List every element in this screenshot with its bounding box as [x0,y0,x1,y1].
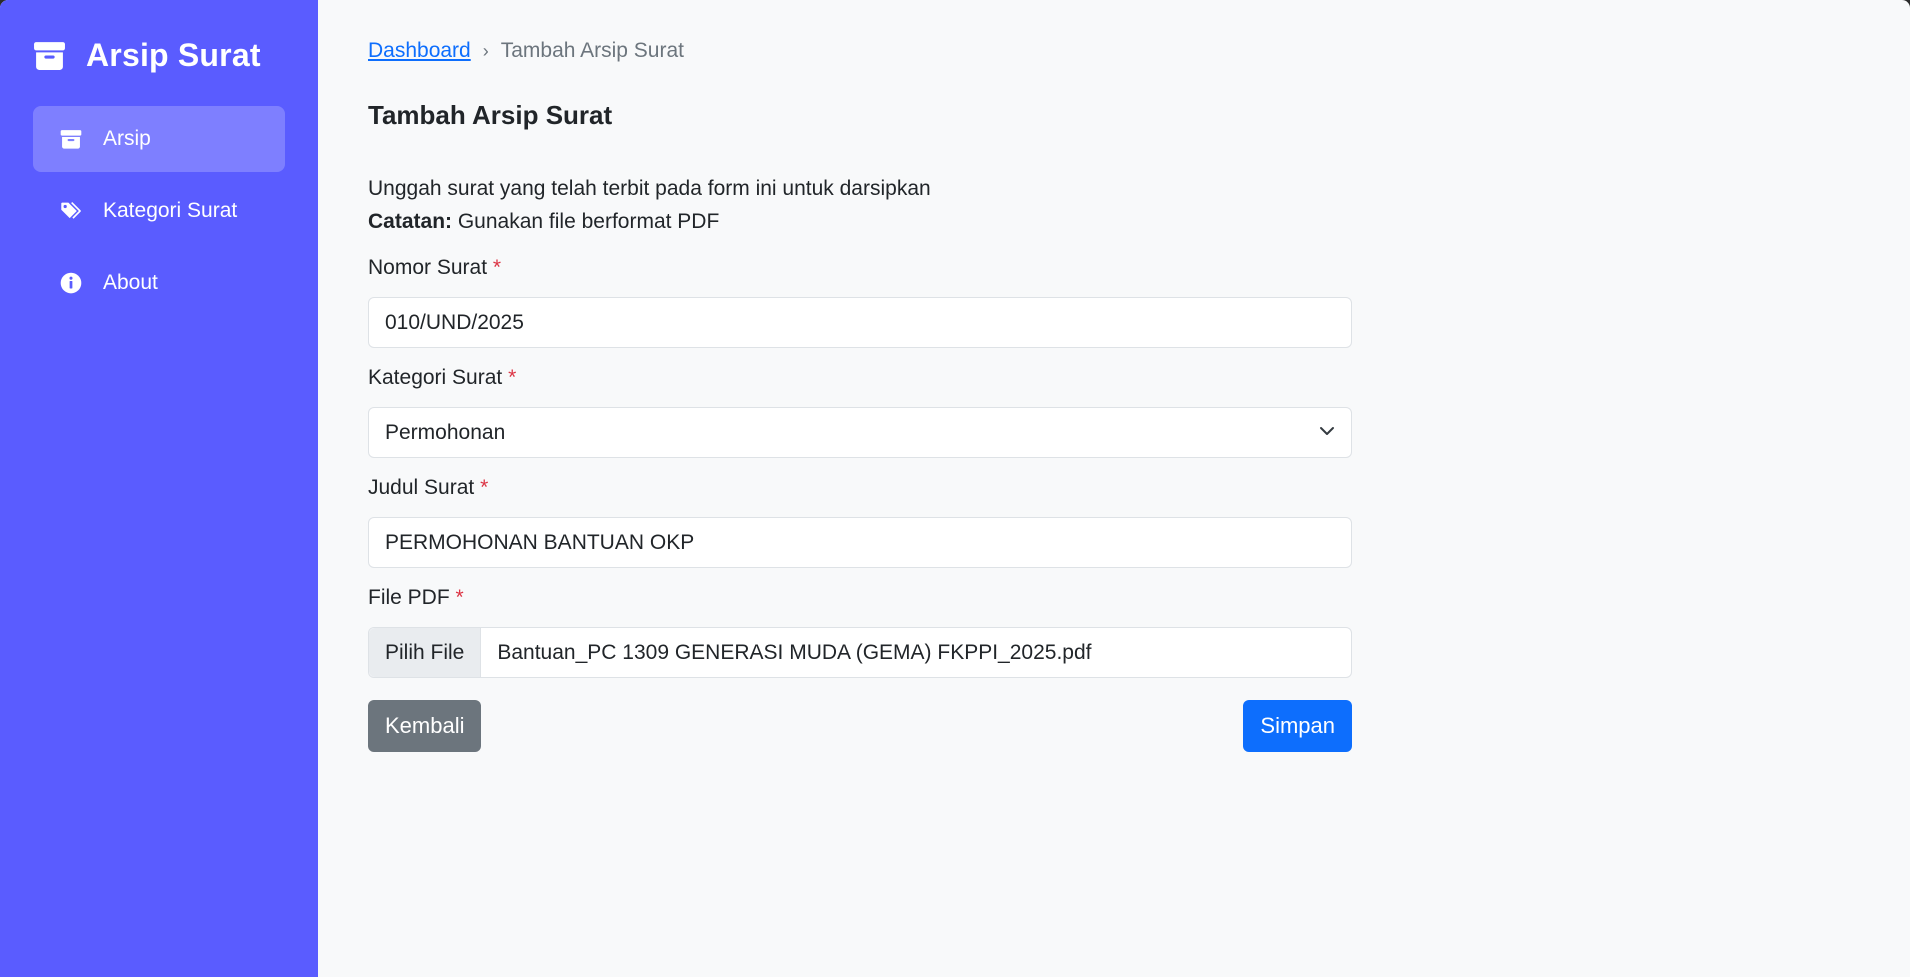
breadcrumb: Dashboard › Tambah Arsip Surat [368,38,1910,64]
form-actions: Kembali Simpan [368,700,1352,752]
required-mark: * [508,366,517,389]
sidebar-item-label: Arsip [103,127,151,150]
file-pdf-input[interactable]: Pilih File Bantuan_PC 1309 GENERASI MUDA… [368,627,1352,678]
choose-file-button[interactable]: Pilih File [369,628,482,677]
tags-icon [60,200,82,222]
intro-note: Catatan: Gunakan file berformat PDF [368,205,1910,238]
app-window: Arsip Surat Arsip Kategori Surat About D… [0,0,1910,977]
sidebar-item-about[interactable]: About [33,250,285,316]
file-pdf-field: File PDF * Pilih File Bantuan_PC 1309 GE… [368,586,1352,678]
selected-file-name: Bantuan_PC 1309 GENERASI MUDA (GEMA) FKP… [497,640,1092,664]
judul-surat-input[interactable]: PERMOHONAN BANTUAN OKP [368,517,1352,568]
nomor-surat-label-text: Nomor Surat [368,256,488,279]
nomor-surat-label: Nomor Surat * [368,256,1352,283]
kategori-surat-label-text: Kategori Surat [368,366,503,389]
required-mark: * [455,586,464,609]
page-title: Tambah Arsip Surat [368,100,613,130]
main-content: Dashboard › Tambah Arsip Surat Tambah Ar… [318,0,1910,977]
back-button[interactable]: Kembali [368,700,482,752]
info-circle-icon [60,272,82,294]
kategori-surat-select[interactable]: Permohonan [368,407,1352,458]
breadcrumb-separator: › [482,40,489,61]
intro-description: Unggah surat yang telah terbit pada form… [368,177,931,200]
save-button[interactable]: Simpan [1243,700,1352,752]
judul-surat-label: Judul Surat * [368,476,1352,503]
kategori-surat-field: Kategori Surat * Permohonan [368,366,1352,458]
brand[interactable]: Arsip Surat [33,34,285,76]
archive-icon [33,39,66,72]
file-pdf-label-text: File PDF [368,586,450,609]
judul-surat-value: PERMOHONAN BANTUAN OKP [385,530,695,554]
sidebar: Arsip Surat Arsip Kategori Surat About [0,0,318,977]
nomor-surat-value: 010/UND/2025 [385,310,524,334]
nomor-surat-input[interactable]: 010/UND/2025 [368,297,1352,348]
required-mark: * [480,476,489,499]
sidebar-item-label: Kategori Surat [103,199,238,222]
kategori-surat-value: Permohonan [385,420,506,444]
note-label: Catatan: [368,210,453,233]
intro-text: Unggah surat yang telah terbit pada form… [368,172,1910,238]
sidebar-item-kategori-surat[interactable]: Kategori Surat [33,178,285,244]
note-text: Gunakan file berformat PDF [452,210,720,233]
sidebar-item-arsip[interactable]: Arsip [33,106,285,172]
judul-surat-field: Judul Surat * PERMOHONAN BANTUAN OKP [368,476,1352,568]
breadcrumb-dashboard-link[interactable]: Dashboard [368,39,471,63]
breadcrumb-current: Tambah Arsip Surat [500,39,684,62]
sidebar-item-label: About [103,271,158,294]
file-pdf-label: File PDF * [368,586,1352,613]
kategori-surat-label: Kategori Surat * [368,366,1352,393]
chevron-down-icon [1319,421,1335,445]
brand-title: Arsip Surat [86,36,261,73]
nomor-surat-field: Nomor Surat * 010/UND/2025 [368,256,1352,348]
judul-surat-label-text: Judul Surat [368,476,475,499]
required-mark: * [492,256,502,279]
archive-icon [60,128,82,150]
